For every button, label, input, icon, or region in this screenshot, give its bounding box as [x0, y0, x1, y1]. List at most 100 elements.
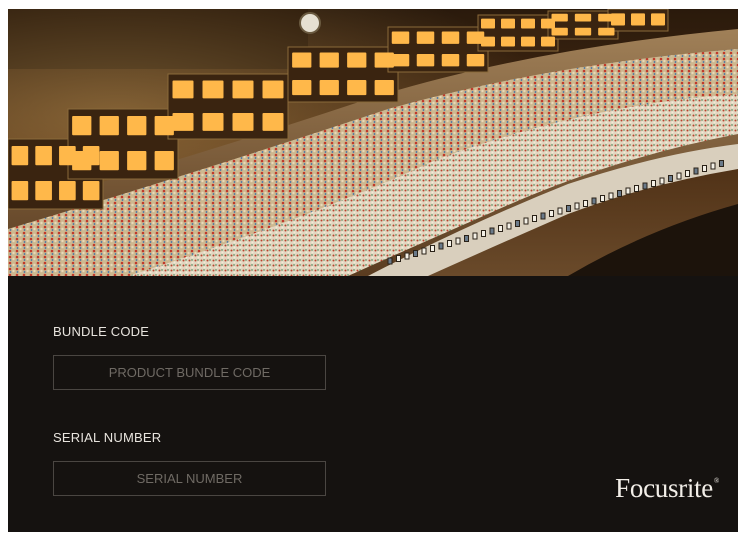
fader-cap — [702, 165, 707, 172]
meter-light — [466, 54, 485, 67]
meter-light — [441, 31, 460, 44]
mixing-console-photo — [8, 9, 738, 276]
meter-light — [347, 80, 367, 96]
meter-light — [292, 52, 312, 68]
fader-cap — [625, 187, 631, 195]
fader-cap — [455, 237, 461, 245]
meter-light — [574, 13, 592, 22]
registered-mark: ® — [713, 477, 719, 485]
meter-light — [416, 54, 435, 67]
meter-light — [82, 181, 100, 201]
meter-light — [202, 80, 224, 99]
fader-cap — [540, 212, 546, 220]
meter-light — [441, 54, 460, 67]
meter-light — [481, 36, 495, 47]
fader-cap — [591, 197, 597, 205]
meter-light — [501, 18, 515, 29]
meter-light — [319, 52, 339, 68]
fader-cap — [634, 185, 639, 192]
fader-cap — [557, 207, 563, 215]
meter-light — [551, 27, 568, 36]
meter-light — [347, 52, 367, 68]
fader-cap — [464, 235, 469, 242]
meter-light — [232, 113, 254, 131]
fader-cap — [489, 227, 495, 235]
meter-light — [391, 31, 410, 44]
meter-light — [99, 116, 119, 136]
meter-light — [481, 18, 495, 29]
meter-light — [651, 13, 665, 26]
fader-cap — [506, 222, 512, 230]
fader-cap — [685, 170, 690, 177]
fader-cap — [676, 172, 682, 180]
fader-cap — [642, 182, 648, 190]
fader-cap — [608, 192, 614, 200]
meter-light — [416, 31, 435, 44]
fader-cap — [498, 225, 503, 232]
focusrite-logo: Focusrite® — [615, 473, 719, 504]
fader-cap — [447, 240, 452, 247]
fader-cap — [430, 245, 435, 252]
fader-cap — [693, 167, 699, 175]
fader-cap — [566, 205, 571, 212]
fader-cap — [523, 217, 529, 225]
fader-cap — [583, 200, 588, 207]
fader-cap — [515, 220, 520, 227]
fader-cap — [710, 162, 716, 170]
fader-cap — [668, 175, 673, 182]
meter-light — [99, 151, 119, 171]
serial-number-input[interactable] — [53, 461, 326, 496]
fader-cap — [387, 257, 393, 265]
meter-light — [72, 116, 92, 136]
fader-cap — [549, 210, 554, 217]
meter-light — [172, 113, 194, 131]
fader-cap — [600, 195, 605, 202]
fader-cap — [651, 180, 656, 187]
meter-light — [154, 151, 174, 171]
fader-cap — [413, 250, 418, 257]
meter-light — [611, 13, 625, 26]
meter-light — [35, 146, 52, 166]
meter-light — [72, 151, 92, 171]
fader-cap — [421, 247, 427, 255]
fader-cap — [617, 190, 622, 197]
meter-light — [262, 80, 284, 99]
meter-light — [598, 27, 615, 36]
fader-cap — [396, 255, 401, 262]
bundle-code-input[interactable] — [53, 355, 326, 390]
meter-light — [232, 80, 254, 99]
fader-cap — [438, 242, 444, 250]
fader-cap — [404, 252, 410, 260]
meter-light — [374, 52, 394, 68]
meter-light — [541, 36, 555, 47]
meter-light — [574, 27, 592, 36]
meter-light — [501, 36, 515, 47]
fader-cap — [472, 232, 478, 240]
meter-light — [172, 80, 194, 99]
meter-light — [154, 116, 174, 136]
meter-light — [262, 113, 284, 131]
fader-cap — [659, 177, 665, 185]
meter-light — [202, 113, 224, 131]
meter-light — [631, 13, 645, 26]
meter-light — [35, 181, 52, 201]
bundle-code-label: BUNDLE CODE — [53, 324, 150, 339]
mixing-console-illustration — [8, 9, 738, 276]
fader-cap — [481, 230, 486, 237]
registration-card: BUNDLE CODE SERIAL NUMBER Focusrite® — [8, 9, 738, 532]
meter-light — [521, 36, 535, 47]
fader-cap — [574, 202, 580, 210]
meter-light — [319, 80, 339, 96]
meter-light — [551, 13, 568, 22]
meter-light — [391, 54, 410, 67]
fader-cap — [719, 160, 724, 167]
meter-light — [127, 151, 147, 171]
brand-name: Focusrite — [615, 473, 713, 503]
meter-light — [59, 181, 76, 201]
meter-light — [292, 80, 312, 96]
fader-cap — [532, 215, 537, 222]
meter-light — [374, 80, 394, 96]
meter-light — [11, 146, 29, 166]
meter-light — [127, 116, 147, 136]
meter-light — [11, 181, 29, 201]
